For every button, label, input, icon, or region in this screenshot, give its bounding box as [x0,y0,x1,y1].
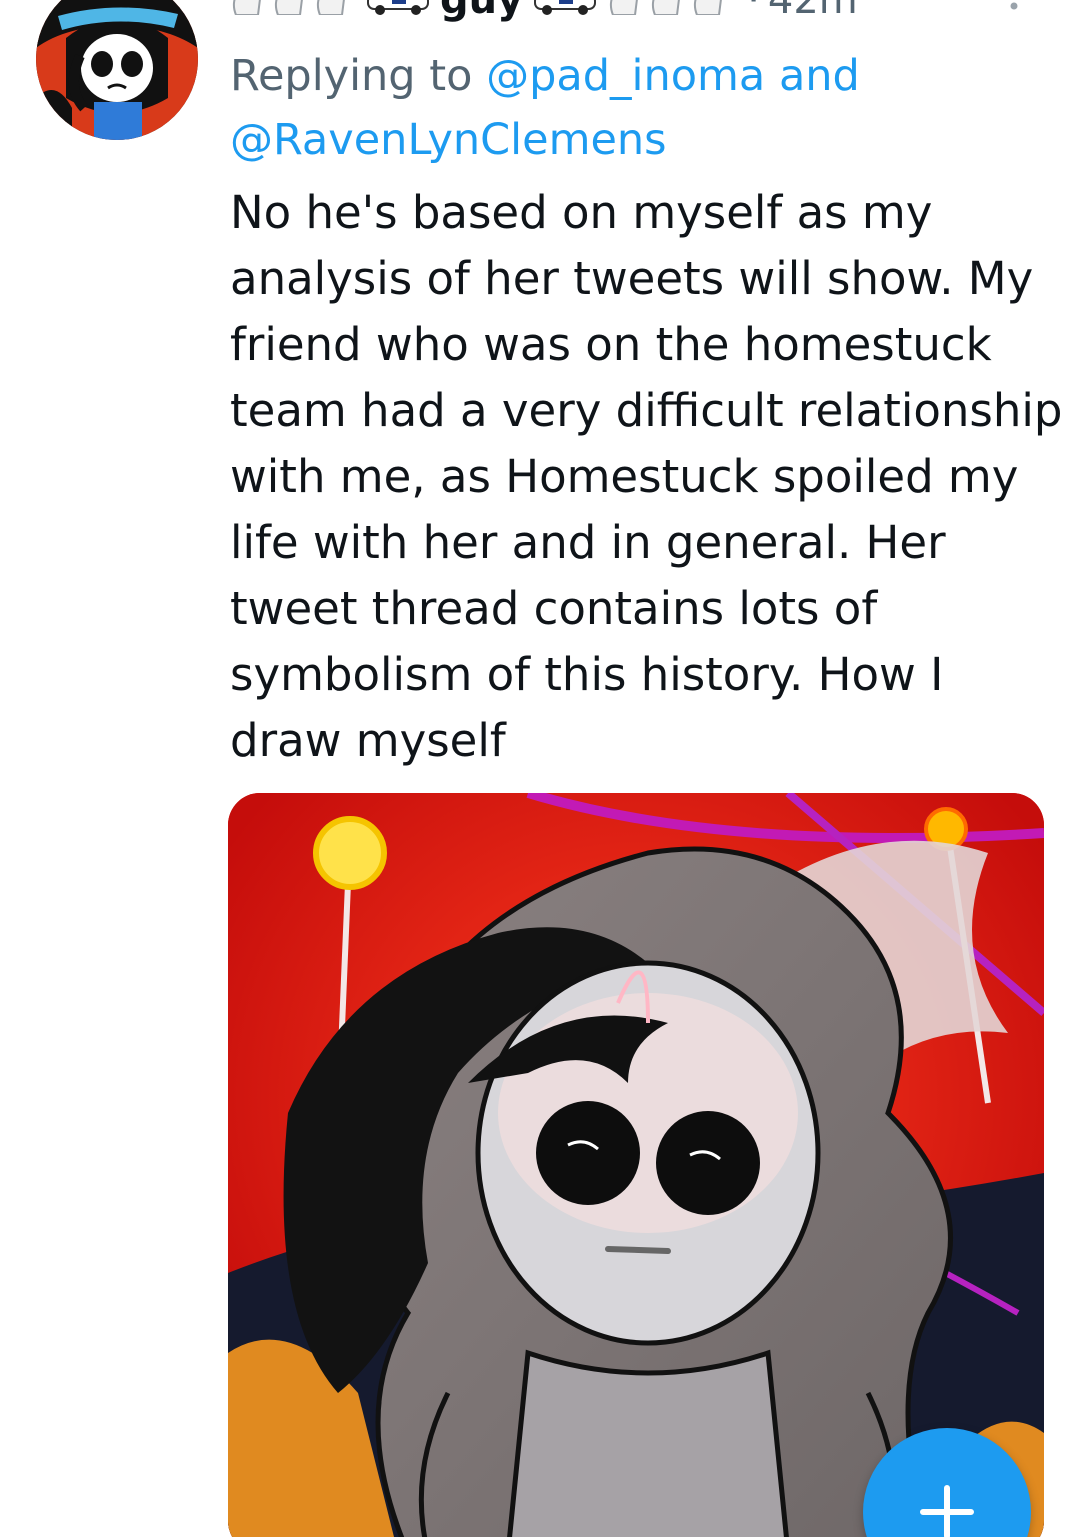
mention-link[interactable]: @RavenLynClemens [230,115,667,165]
display-name[interactable]: guy [440,0,523,26]
tweet-text-line: friend who was on the homestuck [230,318,992,371]
raised-hand-icon [232,0,261,15]
tweet-image[interactable] [228,793,1044,1537]
raised-hand-icon [610,0,639,15]
tweet-text-line: with me, as Homestuck spoiled my [230,450,1019,503]
raised-hand-icon [694,0,723,15]
reply-joiner[interactable]: and [765,51,860,101]
tweet-text-line: No he's based on myself as my [230,186,933,239]
police-car-icon [534,0,597,15]
plus-icon [920,1485,974,1537]
tweet-screen: guy · 42m Replying to @pad_inoma and @Ra… [0,0,1080,1537]
artwork-illustration [228,793,1044,1537]
reply-context: Replying to @pad_inoma and @RavenLynClem… [230,44,1030,172]
tweet-text-line: draw myself [230,714,506,767]
tweet-text-line: tweet thread contains lots of [230,582,878,635]
tweet-text: No he's based on myself as my analysis o… [230,180,1063,774]
more-vertical-icon[interactable] [1006,0,1022,14]
tweet-text-line: team had a very difficult relationship [230,384,1063,437]
police-car-icon [367,0,429,15]
tweet-timestamp[interactable]: 42m [768,0,858,23]
reply-prefix: Replying to [230,51,487,101]
header-separator: · [747,0,760,23]
tweet-text-line: symbolism of this history. How I [230,648,944,701]
tweet-header: guy · 42m [230,0,1050,26]
tweet-text-line: life with her and in general. Her [230,516,946,569]
raised-hand-icon [652,0,681,15]
raised-hand-icon [274,0,303,15]
raised-hand-icon [316,0,345,15]
tweet-text-line: analysis of her tweets will show. My [230,252,1034,305]
avatar[interactable] [36,0,198,140]
mention-link[interactable]: @pad_inoma [486,51,765,101]
